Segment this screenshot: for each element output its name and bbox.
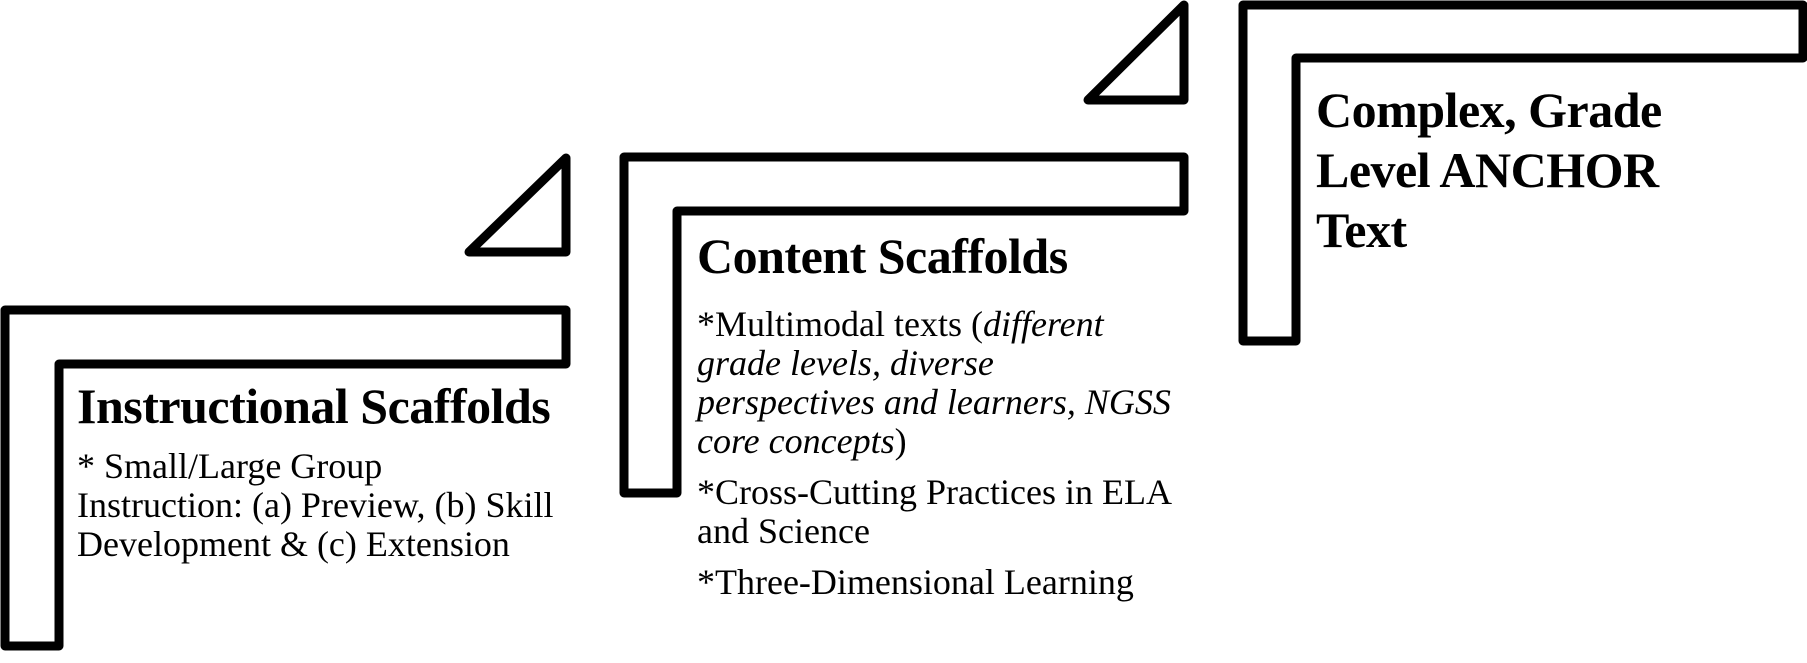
step-content: Content Scaffolds *Multimodal texts (dif… [697,230,1177,602]
step-item: * Small/Large Group Instruction: (a) Pre… [77,446,554,564]
step-item: *Cross-Cutting Practices in ELA and Scie… [697,472,1170,551]
step-instructional: Instructional Scaffolds * Small/Large Gr… [77,380,557,564]
step-2-triangle-icon [1083,0,1189,105]
step-items: * Small/Large Group Instruction: (a) Pre… [77,447,557,564]
step-anchor: Complex, Grade Level ANCHOR Text [1316,80,1756,260]
item-suffix: ) [894,421,907,461]
item-prefix: *Multimodal texts ( [697,304,983,344]
step-1-triangle-icon [464,153,571,257]
step-items: *Multimodal texts (different grade level… [697,305,1177,602]
step-title: Complex, Grade Level ANCHOR Text [1316,82,1662,258]
step-title: Instructional Scaffolds [77,378,551,434]
step-title: Content Scaffolds [697,228,1068,284]
step-item: *Three-Dimensional Learning [697,562,1134,602]
step-item: *Multimodal texts (different grade level… [697,305,1177,461]
